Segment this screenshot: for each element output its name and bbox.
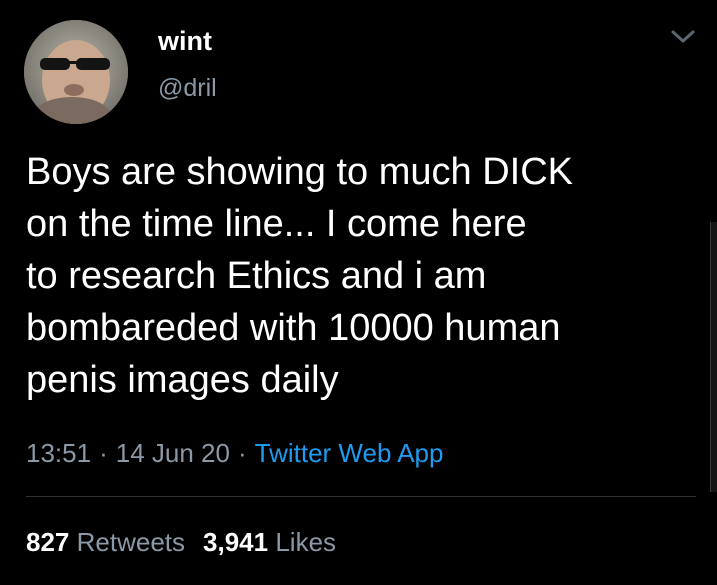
tweet-text: Boys are showing to much DICK on the tim… [26, 151, 574, 401]
display-name[interactable]: wint [158, 26, 212, 57]
avatar-photo-icon [24, 20, 128, 124]
retweets-count: 827 [26, 527, 70, 557]
tweet-menu-button[interactable] [668, 25, 698, 49]
retweets-label: Retweets [76, 527, 186, 557]
tweet-meta: 13:51 · 14 Jun 20 · Twitter Web App [26, 438, 443, 469]
avatar[interactable] [24, 20, 128, 124]
likes-stat[interactable]: 3,941 Likes [203, 527, 336, 557]
divider [26, 496, 696, 497]
retweets-stat[interactable]: 827 Retweets [26, 527, 185, 557]
tweet-stats: 827 Retweets 3,941 Likes [26, 527, 336, 558]
tweet-date[interactable]: 14 Jun 20 [116, 438, 230, 468]
likes-count: 3,941 [203, 527, 269, 557]
meta-separator: · [237, 438, 247, 468]
user-handle[interactable]: @dril [158, 74, 217, 103]
tweet-time[interactable]: 13:51 [26, 438, 91, 468]
meta-separator: · [99, 438, 108, 468]
likes-label: Likes [275, 527, 337, 557]
chevron-down-icon [671, 30, 695, 43]
tweet-source-link[interactable]: Twitter Web App [255, 438, 444, 468]
side-panel-edge [710, 222, 717, 492]
